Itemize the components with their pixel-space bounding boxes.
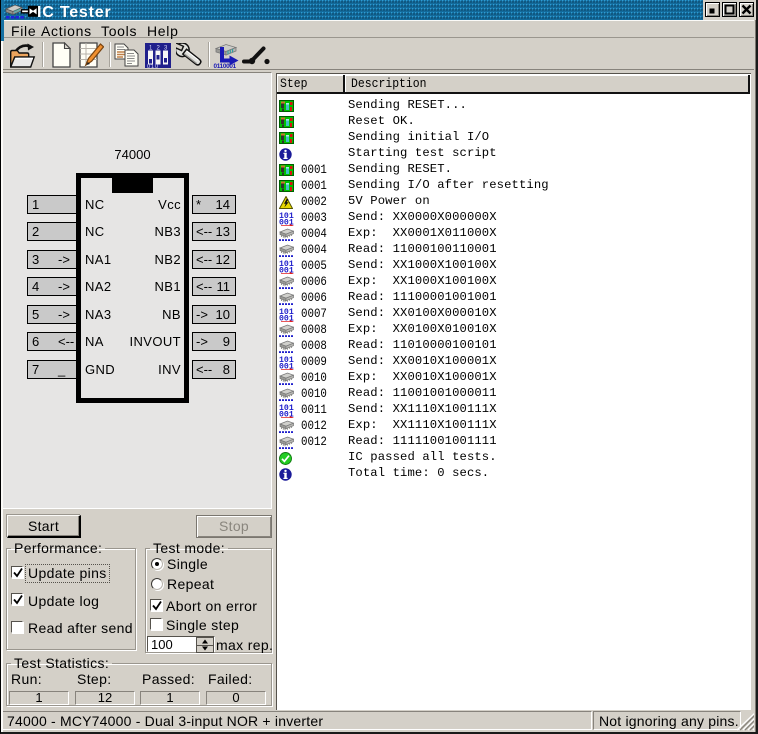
svg-text:0: 0 — [147, 64, 150, 68]
svg-text:0110001: 0110001 — [214, 63, 237, 69]
svg-text:1: 1 — [151, 64, 154, 68]
svg-text:0: 0 — [155, 64, 158, 68]
